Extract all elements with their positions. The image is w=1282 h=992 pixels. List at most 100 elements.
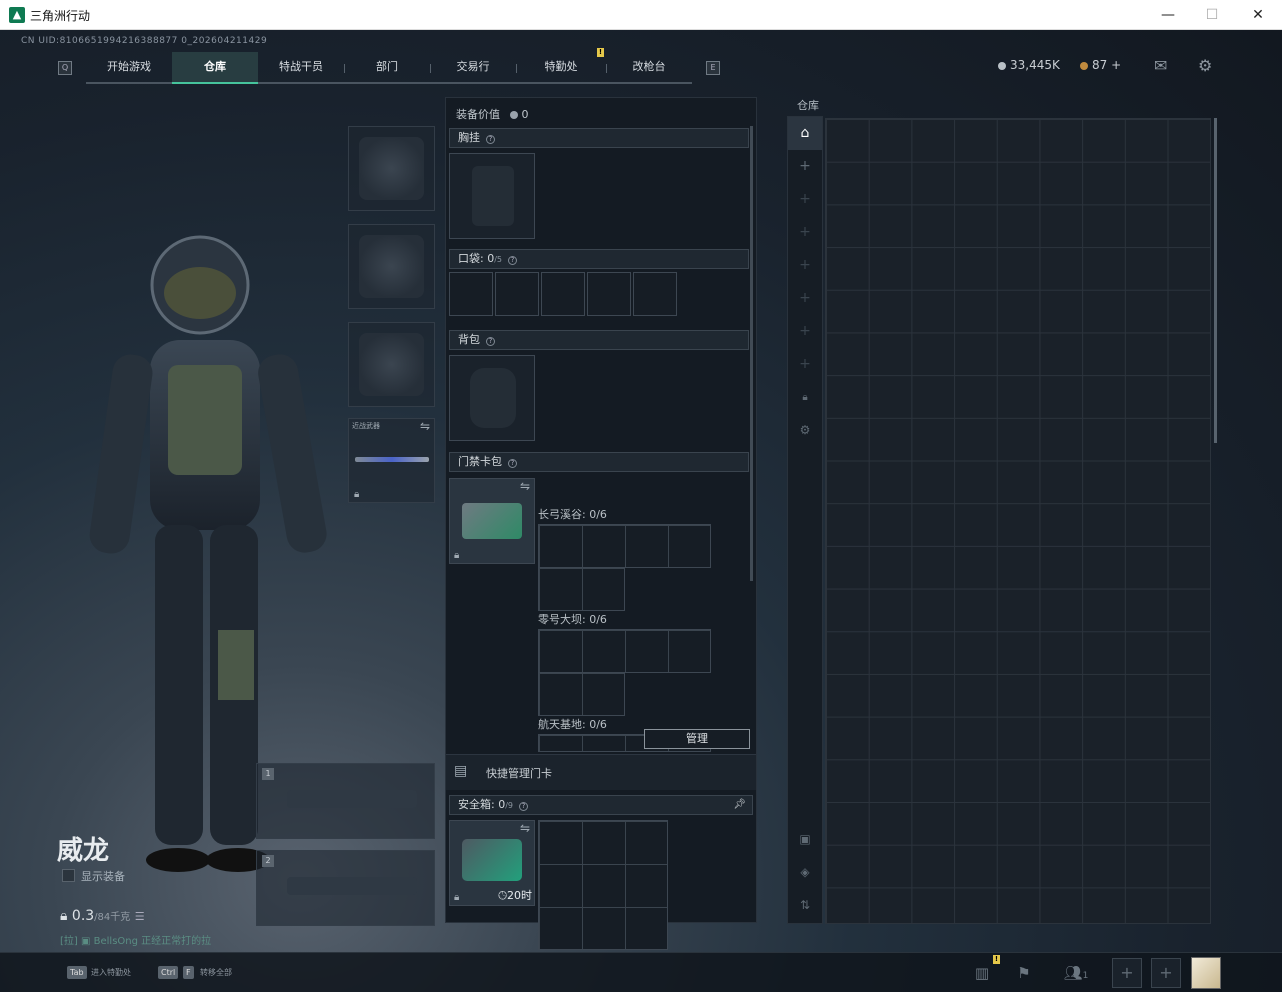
warehouse-sidebar: ⌂ + + + + + + + 🔒︎ ⚙ ▣ ◈ ⇅ [787,116,823,924]
lock-icon: 🔒︎ [354,489,360,500]
safebox-header: 安全箱: 0/9? 📌︎ [449,795,753,815]
mail-icon[interactable]: ✉ [1154,56,1167,75]
add-tab-icon[interactable]: + [788,282,822,315]
uid-label: CN UID:8106651994216388877 0_20260421142… [21,36,268,46]
help-icon[interactable]: ? [486,135,495,144]
weight-max: /84千克 [94,912,131,923]
layers-icon[interactable]: ◈ [788,856,822,889]
special-ops-badge: ! [597,48,604,57]
invite-slot-button[interactable]: + [1112,958,1142,988]
keycard-name: 航天基地: [538,718,586,731]
safebox-slot[interactable]: ⇋ 🔒︎ 🕒︎20时 [449,820,535,906]
manage-button[interactable]: 管理 [644,729,750,749]
keycard-icon: ▤ [454,763,468,779]
melee-slot[interactable]: 近战武器 ⇋ 🔒︎ [348,418,435,503]
tab-market[interactable]: 交易行 [430,52,516,84]
safebox-grid[interactable] [538,820,668,950]
tab-operators[interactable]: 特战干员 [258,52,344,84]
keycard-bag-header: 门禁卡包? [449,452,749,472]
warehouse-scrollbar[interactable] [1214,118,1217,443]
tab-special-ops[interactable]: 特勤处 [516,52,606,84]
close-button[interactable]: ✕ [1238,4,1278,26]
sort-icon[interactable]: ▣ [788,823,822,856]
bottom-bar: Tab 进入特勤处 Ctrl F 转移全部 ▥ ! ⚑ 👥︎1 + + [0,952,1282,992]
settings-icon[interactable]: ⚙ [1198,56,1212,75]
add-currency-button[interactable]: + [1111,58,1121,72]
app-logo-icon: ▲ [9,7,25,23]
keycard-count: 0/6 [589,718,607,731]
chest-rig-slot[interactable] [449,153,535,239]
list-icon[interactable]: ☰ [135,910,145,923]
keycard-grid[interactable] [538,672,625,716]
warehouse-label: 仓库 [797,99,819,112]
ticket-icon [1080,62,1088,70]
organize-icon[interactable]: ⇅ [788,889,822,922]
quick-manage-label: 快捷管理门卡 [486,767,552,780]
status-user: BellsOng [93,936,138,947]
invite-slot-button[interactable]: + [1151,958,1181,988]
slot-number: 2 [262,855,274,867]
equipment-scrollbar[interactable] [750,126,753,581]
pocket-slot[interactable] [449,272,493,316]
gear-icon[interactable]: ⚙ [788,414,822,447]
pocket-slot[interactable] [587,272,631,316]
checkbox[interactable] [62,869,75,882]
add-tab-icon[interactable]: + [788,216,822,249]
keycard-case-icon [462,503,522,539]
helmet-slot[interactable] [348,126,435,211]
minimize-button[interactable]: — [1148,4,1188,26]
equipment-value-label: 装备价值 [456,108,500,121]
help-icon[interactable]: ? [519,802,529,811]
keycard-grid[interactable] [538,524,711,568]
swap-icon[interactable]: ⇋ [520,479,530,493]
tab-hint[interactable]: 进入特勤处 [91,967,131,978]
help-icon[interactable]: ? [508,256,518,265]
help-icon[interactable]: ? [508,459,517,468]
tab-start-game[interactable]: 开始游戏 [86,52,172,84]
avatar[interactable] [1191,957,1221,989]
swap-icon[interactable]: ⇋ [520,821,530,835]
show-equipment-toggle[interactable]: 显示装备 [62,868,125,884]
pistol-slot[interactable] [348,322,435,407]
flag-icon[interactable]: ⚑ [1009,959,1039,987]
pocket-slot[interactable] [495,272,539,316]
clock-icon: 🕒︎ [498,889,507,902]
help-icon[interactable]: ? [486,337,495,346]
warehouse-grid[interactable] [825,118,1211,924]
pocket-slot[interactable] [633,272,677,316]
nav-next-key[interactable]: E [706,61,720,75]
add-tab-icon[interactable]: + [788,315,822,348]
status-text: 正经正常打的拉 [141,936,212,947]
keycard-bag-slot[interactable]: ⇋ 🔒︎ [449,478,535,564]
add-tab-icon[interactable]: + [788,249,822,282]
rifle-icon [287,790,417,808]
pin-icon[interactable]: 📌︎ [733,796,746,814]
primary-weapon-slot-2[interactable]: 2 [256,850,435,926]
add-tab-icon[interactable]: + [788,183,822,216]
add-tab-icon[interactable]: + [788,348,822,381]
game-viewport: CN UID:8106651994216388877 0_20260421142… [0,30,1282,992]
maximize-button[interactable]: ☐ [1192,4,1232,26]
friends-icon[interactable]: 👥︎1 [1058,959,1094,987]
add-tab-icon[interactable]: + [788,150,822,183]
equipment-value-number: 0 [521,108,529,121]
tab-gunsmith[interactable]: 改枪台 [606,52,692,84]
equipment-value: 装备价值 0 [456,106,529,122]
tab-department[interactable]: 部门 [344,52,430,84]
lock-icon[interactable]: 🔒︎ [788,381,822,414]
tab-warehouse[interactable]: 仓库 [172,52,258,84]
status-prefix: [拉] [60,936,78,947]
pocket-slot[interactable] [541,272,585,316]
primary-weapon-slot-1[interactable]: 1 [256,763,435,839]
team-status: [拉] ▣ BellsOng 正经正常打的拉 [60,932,211,947]
pockets-max: /5 [494,255,503,264]
armor-slot[interactable] [348,224,435,309]
warehouse-home-icon[interactable]: ⌂ [788,117,822,150]
keycard-grid[interactable] [538,567,625,611]
nav-prev-key[interactable]: Q [58,61,72,75]
backpack-slot[interactable] [449,355,535,441]
swap-icon[interactable]: ⇋ [420,419,430,433]
knife-icon [355,457,429,462]
keycard-grid[interactable] [538,629,711,673]
ctrl-hint[interactable]: 转移全部 [200,967,232,978]
